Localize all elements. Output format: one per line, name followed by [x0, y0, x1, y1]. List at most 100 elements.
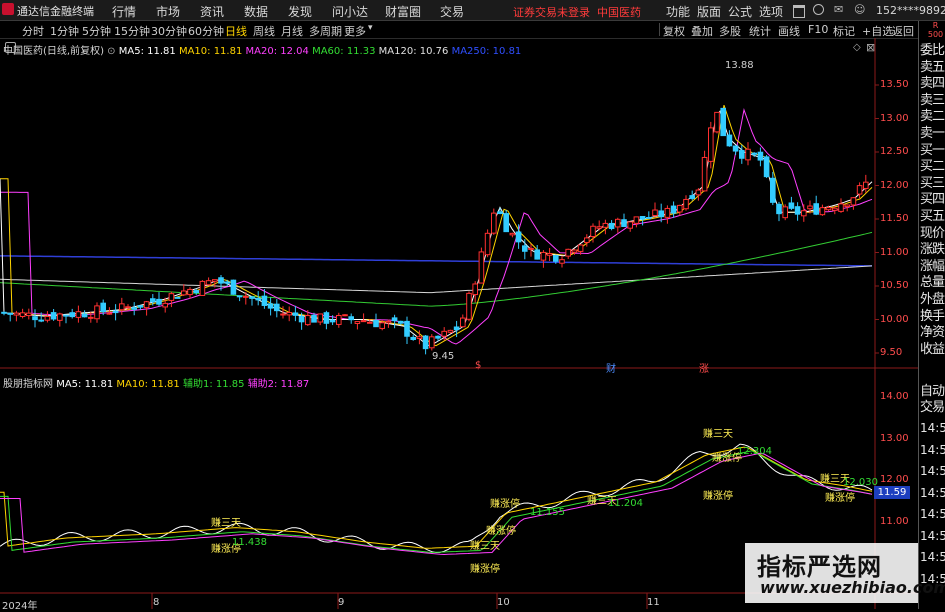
period-multi[interactable]: 多周期	[309, 23, 342, 39]
auto-trade-label[interactable]: 自动交易	[920, 384, 945, 416]
sidebar-item: 总量	[920, 275, 945, 291]
sidebar-item: 涨跌	[920, 242, 945, 258]
price-tick: 11.50	[880, 213, 909, 224]
menu-quotes[interactable]: 行情	[112, 3, 136, 20]
sidebar-item: 卖四	[920, 76, 945, 92]
sub-price-tick: 14.00	[880, 391, 909, 402]
period-weekly[interactable]: 周线	[253, 23, 275, 39]
sidebar-item: 卖三	[920, 92, 945, 108]
event-marker-dividend[interactable]: $	[475, 360, 481, 371]
mail-icon[interactable]: ✉	[834, 3, 843, 16]
collapse-icon[interactable]: ⊙	[107, 46, 115, 57]
signal-value: 11.204	[608, 498, 643, 509]
sidebar-item: 买四	[920, 192, 945, 208]
menu-market[interactable]: 市场	[156, 3, 180, 20]
sidebar-item: 卖一	[920, 126, 945, 141]
menu-wealth[interactable]: 财富圈	[385, 3, 421, 20]
main-chart-legend: 中国医药(日线,前复权) ⊙ MA5: 11.81 MA10: 11.81 MA…	[3, 42, 521, 57]
ma5-label: MA5: 11.81	[118, 46, 176, 57]
menu-trade[interactable]: 交易	[440, 3, 464, 20]
tool-adjust[interactable]: 复权	[663, 23, 685, 39]
price-tick: 13.00	[880, 112, 909, 124]
sidebar-item: 委比	[920, 43, 945, 58]
x-label-2024: 2024年	[2, 601, 38, 612]
x-label-nov: 11	[647, 597, 660, 608]
signal-label: 赚涨停	[486, 526, 516, 537]
menu-ask[interactable]: 问小达	[332, 3, 368, 20]
tool-add-watch[interactable]: +自选	[862, 23, 893, 39]
signal-label: 赚三天	[470, 541, 500, 552]
sidebar-item: 买三	[920, 175, 945, 191]
app-logo	[2, 3, 14, 15]
period-60min[interactable]: 60分钟	[188, 23, 224, 39]
price-tick: 13.50	[880, 79, 909, 90]
period-1min[interactable]: 1分钟	[50, 23, 79, 39]
menu-function[interactable]: 功能	[666, 3, 690, 20]
price-tick: 12.50	[880, 146, 909, 157]
trade-time: 14:56	[920, 528, 945, 543]
tool-mark[interactable]: 标记	[833, 23, 855, 39]
settings-icon[interactable]: ◇	[853, 42, 861, 53]
sidebar-item: 买一	[920, 142, 945, 158]
current-value-tag: 11.59	[874, 486, 910, 499]
menu-layout[interactable]: 版面	[697, 3, 721, 20]
tool-multi-stock[interactable]: 多股	[719, 23, 741, 39]
trade-status[interactable]: 证券交易未登录 中国医药	[513, 4, 641, 20]
account-number[interactable]: 152****9892	[876, 4, 945, 17]
tool-f10[interactable]: F10	[808, 23, 828, 36]
menu-formula[interactable]: 公式	[728, 3, 752, 20]
sidebar-item: 现价	[920, 225, 945, 241]
ma250-label: MA250: 10.81	[451, 46, 522, 57]
trade-time: 14:56	[920, 507, 945, 521]
tool-back[interactable]: 返回	[892, 23, 914, 39]
trade-time: 14:56	[920, 421, 945, 435]
kline-chart[interactable]	[0, 38, 918, 609]
signal-value: 11.155	[530, 507, 565, 518]
sub-price-tick: 11.00	[880, 515, 909, 527]
signal-label: 赚三天	[211, 518, 241, 529]
skin-icon[interactable]	[793, 5, 805, 18]
chart-title: 中国医药(日线,前复权)	[3, 46, 104, 57]
sub-ma10-label: MA10: 11.81	[116, 379, 180, 390]
tool-statistics[interactable]: 统计	[749, 23, 771, 39]
sidebar-item: 卖五	[920, 59, 945, 75]
price-tick: 12.00	[880, 179, 909, 191]
trade-time: 14:56	[920, 550, 945, 564]
search-icon[interactable]	[813, 4, 824, 15]
aux2-label: 辅助2: 11.87	[247, 379, 310, 390]
period-30min[interactable]: 30分钟	[151, 23, 187, 39]
period-more[interactable]: 更多	[344, 23, 366, 39]
period-timeshare[interactable]: 分时	[22, 23, 44, 39]
sub-chart-legend: 股朋指标网 MA5: 11.81 MA10: 11.81 辅助1: 11.85 …	[3, 375, 309, 390]
menu-data[interactable]: 数据	[244, 3, 268, 20]
tool-draw[interactable]: 画线	[778, 23, 800, 39]
sidebar-item: 买五	[920, 209, 945, 224]
ma120-label: MA120: 10.76	[378, 46, 449, 57]
sub-price-tick: 12.00	[880, 474, 909, 485]
chevron-down-icon[interactable]: ▾	[368, 23, 373, 33]
tool-overlay[interactable]: 叠加	[691, 23, 713, 39]
sub-ma5-label: MA5: 11.81	[56, 379, 114, 390]
signal-value: 12.030	[843, 477, 878, 488]
sidebar-item: 收益	[920, 341, 945, 357]
price-tick: 11.00	[880, 246, 909, 258]
period-monthly[interactable]: 月线	[281, 23, 303, 39]
period-daily[interactable]: 日线	[225, 23, 247, 39]
period-15min[interactable]: 15分钟	[114, 23, 150, 39]
period-5min[interactable]: 5分钟	[82, 23, 111, 39]
user-icon[interactable]: ☺	[854, 3, 865, 16]
price-tick: 10.50	[880, 280, 909, 291]
sidebar-item: 涨幅	[920, 258, 945, 274]
menu-discover[interactable]: 发现	[288, 3, 312, 20]
menu-news[interactable]: 资讯	[200, 3, 224, 20]
event-marker-finance[interactable]: 财	[606, 360, 616, 375]
signal-label: 赚涨停	[470, 564, 500, 575]
high-price-label: 13.88	[725, 60, 754, 71]
ma20-label: MA20: 12.04	[245, 46, 309, 57]
close-chart-icon[interactable]: ⊠	[866, 41, 875, 54]
trade-time: 14:56	[920, 485, 945, 500]
event-marker-limit[interactable]: 涨	[699, 360, 709, 375]
signal-label: 赚涨停	[703, 491, 733, 502]
watermark-title: 指标严选网	[757, 553, 882, 581]
menu-options[interactable]: 选项	[759, 3, 783, 20]
